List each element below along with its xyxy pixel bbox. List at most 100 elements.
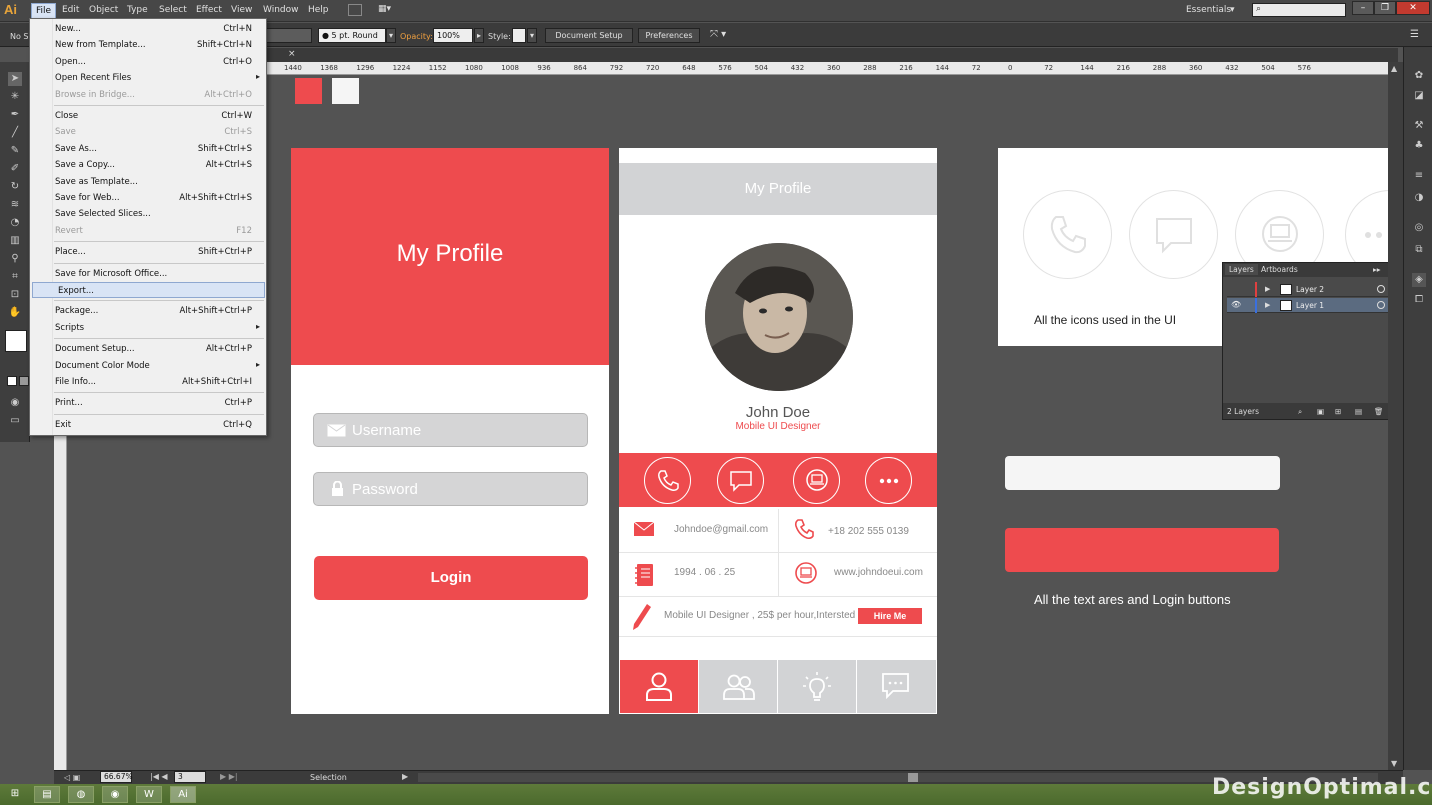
file-menu-item[interactable]: Close Ctrl+W xyxy=(30,108,266,124)
file-menu-item[interactable]: Document Setup... Alt+Ctrl+P xyxy=(30,341,266,357)
opacity-input[interactable]: 100% xyxy=(433,28,473,43)
fill-swatch[interactable] xyxy=(5,330,27,352)
message-action-button[interactable] xyxy=(717,457,764,504)
scroll-up-icon[interactable]: ▲ xyxy=(1391,64,1397,73)
word-taskbar-icon[interactable]: W xyxy=(136,786,162,803)
menu-view[interactable]: View xyxy=(231,5,252,15)
restore-button[interactable]: ❐ xyxy=(1374,1,1396,15)
workspace-switcher[interactable]: Essentials xyxy=(1186,5,1231,15)
draw-mode-icon[interactable]: ◉ xyxy=(8,396,22,410)
more-action-button[interactable] xyxy=(865,457,912,504)
file-menu-item[interactable]: Open Recent Files ▸ xyxy=(30,70,266,86)
eyedropper-tool-icon[interactable]: ⚲ xyxy=(8,252,22,266)
illustrator-taskbar-icon[interactable]: Ai xyxy=(170,786,196,803)
firefox-taskbar-icon[interactable]: ◍ xyxy=(68,786,94,803)
nav-contacts-tab[interactable] xyxy=(699,660,777,713)
expand-triangle-icon[interactable]: ▶ xyxy=(1265,301,1270,309)
avatar[interactable] xyxy=(705,243,853,391)
username-field[interactable]: Username xyxy=(313,413,588,447)
slice-tool-icon[interactable]: ⌗ xyxy=(8,270,22,284)
layer-row-2[interactable]: ▶ Layer 2 xyxy=(1227,282,1399,297)
explorer-taskbar-icon[interactable]: ▤ xyxy=(34,786,60,803)
call-action-button[interactable] xyxy=(644,457,691,504)
vertical-scrollbar[interactable]: ▲ ▼ xyxy=(1388,62,1403,770)
stroke-icon[interactable]: ≡ xyxy=(1412,169,1426,183)
file-menu-item[interactable]: File Info... Alt+Shift+Ctrl+I xyxy=(30,374,266,390)
locate-object-icon[interactable]: ⌕ xyxy=(1298,407,1302,417)
stroke-weight-field[interactable] xyxy=(266,28,312,43)
menu-edit[interactable]: Edit xyxy=(62,5,79,15)
menu-object[interactable]: Object xyxy=(89,5,118,15)
menu-effect[interactable]: Effect xyxy=(196,5,222,15)
artboard-number-input[interactable]: 3 xyxy=(174,771,206,783)
gradient-mode-button[interactable] xyxy=(19,376,29,386)
layers-icon[interactable]: ◈ xyxy=(1412,273,1426,287)
file-menu-item[interactable]: Package... Alt+Shift+Ctrl+P xyxy=(30,303,266,319)
tab-artboards[interactable]: Artboards xyxy=(1261,265,1298,274)
new-layer-icon[interactable]: ▤ xyxy=(1355,407,1362,416)
password-field[interactable]: Password xyxy=(313,472,588,506)
nav-ideas-tab[interactable] xyxy=(778,660,856,713)
target-circle-icon[interactable] xyxy=(1377,301,1385,309)
red-color-swatch[interactable] xyxy=(295,78,322,104)
graph-tool-icon[interactable]: ▥ xyxy=(8,234,22,248)
transform-icon[interactable]: ⤧ ▾ xyxy=(710,29,726,40)
layer-row-1[interactable]: 👁 ▶ Layer 1 xyxy=(1227,298,1399,313)
file-menu-item[interactable]: New from Template... Shift+Ctrl+N xyxy=(30,37,266,53)
status-prev-icon[interactable]: ◁ ▣ xyxy=(64,773,80,782)
layer-1-name[interactable]: Layer 1 xyxy=(1296,301,1324,310)
workspace-chevron-icon[interactable]: ▾ xyxy=(1230,5,1235,15)
white-color-swatch[interactable] xyxy=(332,78,359,104)
menu-help[interactable]: Help xyxy=(308,5,329,15)
hire-me-button[interactable]: Hire Me xyxy=(858,608,922,624)
file-menu-item[interactable]: Revert F12 xyxy=(30,223,266,239)
new-sublayer-icon[interactable]: ⊞ xyxy=(1335,407,1341,416)
file-menu-item[interactable]: Place... Shift+Ctrl+P xyxy=(30,244,266,260)
login-button-preview[interactable] xyxy=(1005,528,1279,572)
symbols-icon[interactable]: ♣ xyxy=(1412,139,1426,153)
profile-artboard[interactable]: My Profile John Doe Mobile UI Designer J… xyxy=(619,148,937,714)
tab-layers[interactable]: Layers xyxy=(1225,264,1258,275)
video-chat-action-button[interactable] xyxy=(793,457,840,504)
file-menu-item[interactable]: Scripts ▸ xyxy=(30,320,266,336)
style-chevron-icon[interactable]: ▾ xyxy=(527,28,537,43)
warp-tool-icon[interactable]: ≋ xyxy=(8,198,22,212)
style-swatch[interactable] xyxy=(512,28,526,43)
minimize-button[interactable]: – xyxy=(1352,1,1374,15)
document-setup-button[interactable]: Document Setup xyxy=(545,28,633,43)
login-button[interactable]: Login xyxy=(314,556,588,600)
opacity-label[interactable]: Opacity: xyxy=(400,32,433,41)
selection-tool-icon[interactable]: ➤ xyxy=(8,72,22,86)
artboard-tool-icon[interactable]: ⊡ xyxy=(8,288,22,302)
hand-tool-icon[interactable]: ✋ xyxy=(8,306,22,320)
text-field-preview[interactable] xyxy=(1005,456,1280,490)
artboards-icon[interactable]: ⧠ xyxy=(1412,293,1426,307)
visibility-eye-icon[interactable]: 👁 xyxy=(1231,300,1241,309)
color-guide-icon[interactable]: ✿ xyxy=(1412,69,1426,83)
file-menu-item[interactable]: Browse in Bridge... Alt+Ctrl+O xyxy=(30,87,266,103)
login-artboard[interactable]: My Profile Username Password Login xyxy=(291,148,609,714)
bridge-icon[interactable] xyxy=(348,4,362,16)
file-menu-item[interactable]: Save Ctrl+S xyxy=(30,124,266,140)
graphic-styles-icon[interactable]: ⧉ xyxy=(1412,243,1426,257)
first-artboard-icon[interactable]: |◀ ◀ xyxy=(150,772,168,781)
preferences-button[interactable]: Preferences xyxy=(638,28,700,43)
file-menu-item[interactable]: Open... Ctrl+O xyxy=(30,54,266,70)
color-mode-button[interactable] xyxy=(7,376,17,386)
pen-tool-icon[interactable]: ✒ xyxy=(8,108,22,122)
brush-tool-icon[interactable]: ✎ xyxy=(8,144,22,158)
layer-2-name[interactable]: Layer 2 xyxy=(1296,285,1324,294)
pencil-tool-icon[interactable]: ✐ xyxy=(8,162,22,176)
menu-type[interactable]: Type xyxy=(127,5,148,15)
file-menu-item[interactable]: Save for Web... Alt+Shift+Ctrl+S xyxy=(30,190,266,206)
file-menu-item[interactable]: Save for Microsoft Office... xyxy=(30,266,266,282)
appearance-icon[interactable]: ◎ xyxy=(1412,221,1426,235)
menu-file[interactable]: File xyxy=(31,3,57,19)
brushes-icon[interactable]: ⚒ xyxy=(1412,119,1426,133)
expand-triangle-icon[interactable]: ▶ xyxy=(1265,285,1270,293)
make-clipping-mask-icon[interactable]: ▣ xyxy=(1317,407,1324,416)
document-tab-close-icon[interactable]: × xyxy=(288,49,296,59)
panel-collapse-icon[interactable]: ▸▸ xyxy=(1373,265,1381,274)
menu-window[interactable]: Window xyxy=(263,5,299,15)
file-menu-item[interactable]: Export... xyxy=(32,282,265,298)
